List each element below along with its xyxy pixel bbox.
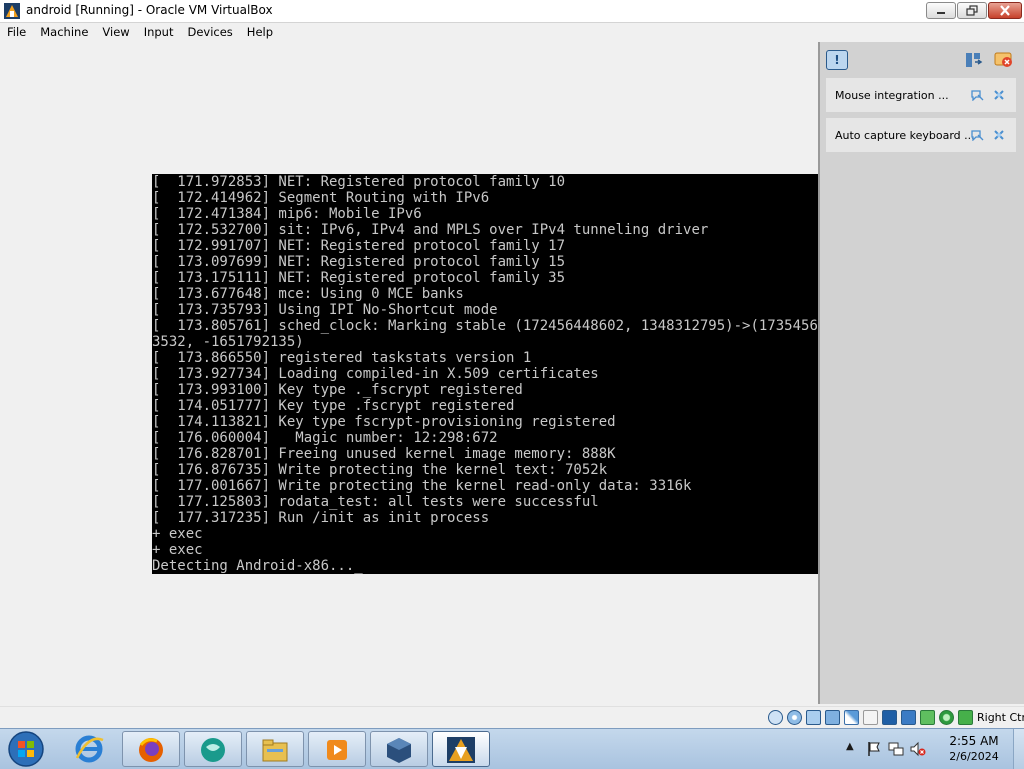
windows-start-button[interactable] xyxy=(6,730,46,768)
taskbar-firefox[interactable] xyxy=(122,731,180,767)
taskbar-virtualbox-vm[interactable] xyxy=(432,731,490,767)
cpu-icon[interactable] xyxy=(920,710,935,725)
notification-text: Auto capture keyboard ... xyxy=(835,129,975,142)
console-line: [ 173.805761] sched_clock: Marking stabl… xyxy=(152,318,835,334)
console-line: [ 173.866550] registered taskstats versi… xyxy=(152,350,532,366)
show-hidden-icons-button[interactable]: ▲ xyxy=(846,741,854,752)
taskbar-internet-explorer[interactable] xyxy=(60,731,118,767)
menu-devices[interactable]: Devices xyxy=(180,23,239,42)
console-line: [ 177.125803] rodata_test: all tests wer… xyxy=(152,494,599,510)
close-x-icon[interactable] xyxy=(993,89,1005,101)
dismiss-all-icon[interactable] xyxy=(994,51,1014,69)
menu-help[interactable]: Help xyxy=(240,23,280,42)
system-tray xyxy=(866,741,932,757)
optical-drive-icon[interactable] xyxy=(787,710,802,725)
shared-folders-icon[interactable] xyxy=(863,710,878,725)
console-line: + exec xyxy=(152,526,203,542)
console-line: [ 174.113821] Key type fscrypt-provision… xyxy=(152,414,616,430)
info-exclamation-icon: ! xyxy=(834,53,840,67)
console-line: [ 172.991707] NET: Registered protocol f… xyxy=(152,238,566,254)
vm-console-screen[interactable]: [ 171.972853] NET: Registered protocol f… xyxy=(152,174,872,574)
host-key-label[interactable]: Right Ctrl xyxy=(977,711,1024,724)
console-line: [ 176.828701] Freeing unused kernel imag… xyxy=(152,446,616,462)
sort-notifications-icon[interactable] xyxy=(965,52,983,68)
hard-disk-icon[interactable] xyxy=(768,710,783,725)
maximize-icon xyxy=(966,5,978,16)
media-player-icon xyxy=(327,740,347,760)
console-line: [ 177.001667] Write protecting the kerne… xyxy=(152,478,692,494)
usb-icon[interactable] xyxy=(844,710,859,725)
virtualbox-icon xyxy=(4,3,20,19)
action-center-flag-icon[interactable] xyxy=(866,741,882,757)
keyboard-capture-icon[interactable] xyxy=(958,710,973,725)
messaging-app-icon xyxy=(201,738,225,762)
console-line: + exec xyxy=(152,542,203,558)
menu-input[interactable]: Input xyxy=(137,23,181,42)
window-titlebar[interactable]: android [Running] - Oracle VM VirtualBox xyxy=(0,0,1024,23)
virtualbox-vm-icon xyxy=(447,737,475,763)
console-line: [ 173.175111] NET: Registered protocol f… xyxy=(152,270,566,286)
vm-status-bar: Right Ctrl xyxy=(0,706,1024,729)
windows-taskbar: ▲ 2:55 AM 2/6/2024 xyxy=(0,728,1024,769)
display-icon[interactable] xyxy=(882,710,897,725)
virtualbox-manager-icon xyxy=(387,738,411,763)
console-line: [ 173.993100] Key type ._fscrypt registe… xyxy=(152,382,523,398)
firefox-icon xyxy=(139,738,163,762)
taskbar-clock[interactable]: 2:55 AM 2/6/2024 xyxy=(944,733,1004,764)
console-line: [ 176.876735] Write protecting the kerne… xyxy=(152,462,608,478)
menu-view[interactable]: View xyxy=(95,23,136,42)
console-line: [ 173.927734] Loading compiled-in X.509 … xyxy=(152,366,599,382)
info-toggle-icon[interactable] xyxy=(970,129,984,141)
clock-date: 2/6/2024 xyxy=(949,750,999,763)
notification-text: Mouse integration ... xyxy=(835,89,949,102)
show-desktop-button[interactable] xyxy=(1013,729,1024,769)
console-line: [ 173.735793] Using IPI No-Shortcut mode xyxy=(152,302,498,318)
clock-time: 2:55 AM xyxy=(949,734,999,748)
notification-center: ! Mouse integration ... Auto capture key… xyxy=(818,42,1024,704)
taskbar-messaging-app[interactable] xyxy=(184,731,242,767)
taskbar-windows-explorer[interactable] xyxy=(246,731,304,767)
notification-keyboard-capture[interactable]: Auto capture keyboard ... xyxy=(826,118,1016,152)
window-title: android [Running] - Oracle VM VirtualBox xyxy=(26,3,273,17)
menu-file[interactable]: File xyxy=(0,23,33,42)
console-output: [ 171.972853] NET: Registered protocol f… xyxy=(152,174,835,574)
notification-toolbar: ! xyxy=(820,42,1024,76)
mouse-integration-icon[interactable] xyxy=(939,710,954,725)
restore-button[interactable] xyxy=(957,2,987,19)
console-line: [ 171.972853] NET: Registered protocol f… xyxy=(152,174,566,190)
close-button[interactable] xyxy=(988,2,1022,19)
console-line: [ 173.677648] mce: Using 0 MCE banks xyxy=(152,286,464,302)
network-icon[interactable] xyxy=(888,741,904,757)
menu-machine[interactable]: Machine xyxy=(33,23,95,42)
console-line: [ 172.471384] mip6: Mobile IPv6 xyxy=(152,206,422,222)
notification-mouse-integration[interactable]: Mouse integration ... xyxy=(826,78,1016,112)
network-icon[interactable] xyxy=(825,710,840,725)
console-line: [ 172.414962] Segment Routing with IPv6 xyxy=(152,190,490,206)
console-line: [ 174.051777] Key type .fscrypt register… xyxy=(152,398,515,414)
console-line: [ 173.097699] NET: Registered protocol f… xyxy=(152,254,566,270)
menu-bar: File Machine View Input Devices Help xyxy=(0,23,1024,42)
console-line: [ 176.060004] Magic number: 12:298:672 xyxy=(152,430,498,446)
console-line: 3532, -1651792135) xyxy=(152,334,304,350)
console-line: [ 172.532700] sit: IPv6, IPv4 and MPLS o… xyxy=(152,222,709,238)
audio-icon[interactable] xyxy=(806,710,821,725)
console-line: Detecting Android-x86..._ xyxy=(152,558,363,574)
recording-icon[interactable] xyxy=(901,710,916,725)
minimize-button[interactable] xyxy=(926,2,956,19)
close-x-icon[interactable] xyxy=(993,129,1005,141)
windows-explorer-icon xyxy=(262,739,288,762)
minimize-icon xyxy=(937,12,945,14)
taskbar-media-player[interactable] xyxy=(308,731,366,767)
console-line: [ 177.317235] Run /init as init process xyxy=(152,510,490,526)
device-status-icons xyxy=(768,710,977,725)
taskbar-virtualbox-manager[interactable] xyxy=(370,731,428,767)
notification-collapse-button[interactable]: ! xyxy=(826,50,848,70)
volume-muted-icon[interactable] xyxy=(910,741,926,757)
internet-explorer-icon xyxy=(75,735,104,763)
close-icon xyxy=(1000,5,1010,16)
info-toggle-icon[interactable] xyxy=(970,89,984,101)
